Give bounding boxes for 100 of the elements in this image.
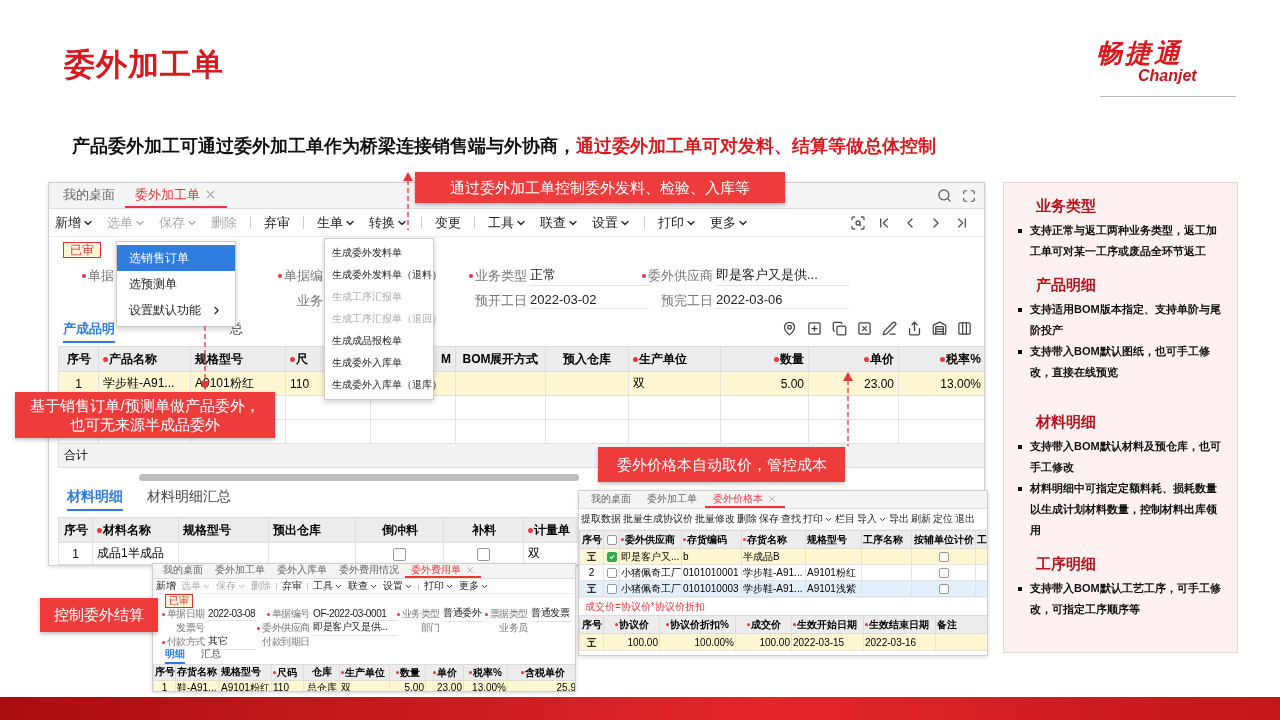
fullscreen-icon[interactable]: [962, 188, 976, 203]
field-label: 预完工日: [661, 291, 713, 310]
detail-tab[interactable]: 材料明细: [67, 488, 123, 511]
field-value[interactable]: 其它: [208, 634, 256, 650]
toolbar-button[interactable]: 打印: [658, 213, 697, 232]
columns-icon[interactable]: [957, 320, 972, 336]
window-tab[interactable]: 我的桌面: [583, 491, 639, 508]
column-header: 存货名称: [741, 530, 806, 549]
toolbar-button[interactable]: 生单: [317, 213, 356, 232]
toolbar-button[interactable]: 查找: [781, 512, 801, 526]
toolbar-button[interactable]: 设置: [592, 213, 631, 232]
detail-tab[interactable]: 材料明细汇总: [147, 488, 231, 511]
field-value[interactable]: 即是客户又是供...: [716, 265, 849, 286]
checkbox[interactable]: [938, 568, 949, 579]
checkbox[interactable]: [606, 535, 617, 546]
row-marker-icon[interactable]: [586, 583, 597, 595]
toolbar-button[interactable]: 工具: [313, 579, 343, 593]
field-value[interactable]: 普通发票: [531, 606, 572, 622]
table-cell: A9101浅紫: [807, 582, 856, 594]
detail-tab[interactable]: 汇总: [201, 647, 221, 664]
field-label: 单据: [82, 266, 114, 285]
toolbar-button[interactable]: 导出: [889, 512, 909, 526]
table-row[interactable]: 1 鞋-A91... A9101粉红 110 总仓库 双 5.00 23.00 13.00% 25.9: [153, 680, 575, 691]
toolbar-button[interactable]: 联查: [540, 213, 579, 232]
column-header: 备注: [935, 615, 987, 634]
field-label: 业务类型: [469, 266, 527, 285]
menu-item[interactable]: 设置默认功能: [117, 297, 235, 323]
status-badge: 已审: [63, 241, 101, 259]
menu-item[interactable]: 生成委外发料单: [325, 242, 433, 264]
field-value[interactable]: 正常: [530, 265, 649, 286]
search-icon[interactable]: [937, 188, 952, 203]
toolbar-button[interactable]: 弃审: [264, 213, 290, 232]
checkbox[interactable]: [477, 547, 490, 561]
window-tab[interactable]: 委外加工单: [125, 183, 227, 208]
section-title: 材料明细: [1034, 413, 1097, 432]
toolbar-button[interactable]: 批量修改: [695, 512, 735, 526]
checkbox[interactable]: [393, 547, 406, 561]
field-value[interactable]: 即是客户又是供...: [313, 620, 396, 636]
table-cell: 0101010003: [683, 583, 739, 594]
field-value[interactable]: 2022-03-08: [208, 607, 256, 621]
toolbar-button[interactable]: 新增: [156, 579, 176, 593]
checkbox[interactable]: [938, 584, 949, 595]
copy-icon[interactable]: [832, 320, 847, 336]
checkbox[interactable]: [606, 568, 617, 579]
toolbar-button[interactable]: 更多: [459, 579, 489, 593]
warehouse-icon[interactable]: [932, 320, 947, 336]
scrollbar[interactable]: [139, 474, 579, 481]
map-pin-icon[interactable]: [782, 320, 797, 336]
window-tab[interactable]: 委外加工单: [209, 564, 271, 578]
toolbar-button[interactable]: 更多: [710, 213, 749, 232]
window-tab[interactable]: 我的桌面: [157, 564, 209, 578]
field-value[interactable]: 2022-03-02: [530, 292, 649, 309]
table-cell: 小猪佩奇工厂: [621, 566, 681, 578]
field-value[interactable]: 普通委外: [443, 606, 484, 622]
leader-line: [403, 172, 413, 231]
field-label: 业务员: [499, 621, 528, 635]
column-header: 序号: [58, 517, 93, 543]
column-header: 倒冲料: [355, 517, 444, 543]
menu-item[interactable]: 选预测单: [117, 271, 235, 297]
detail-tab[interactable]: 产成品明: [63, 320, 115, 343]
toolbar-button[interactable]: 联查: [348, 579, 378, 593]
column-header: 协议价折扣%: [659, 615, 736, 634]
checkbox[interactable]: [938, 552, 949, 563]
square-x-icon[interactable]: [857, 320, 872, 336]
window-tab[interactable]: 委外加工单: [639, 491, 705, 508]
add-row-icon[interactable]: [807, 320, 822, 336]
checkbox[interactable]: [606, 552, 617, 563]
bullet-icon: [1018, 350, 1022, 354]
toolbar-button[interactable]: 退出: [955, 512, 975, 526]
window-tab[interactable]: 我的桌面: [53, 183, 125, 208]
share-icon[interactable]: [907, 320, 922, 336]
toolbar-button[interactable]: 新增: [55, 213, 94, 232]
window-tab[interactable]: 委外费用情况: [333, 564, 405, 578]
toolbar-button[interactable]: 设置: [383, 579, 413, 593]
toolbar-button[interactable]: 弃审: [282, 579, 302, 593]
toolbar-button[interactable]: 批量生成协议价: [623, 512, 693, 526]
field-value[interactable]: 2022-03-06: [716, 292, 849, 309]
toolbar-button[interactable]: 工具: [488, 213, 527, 232]
pen-icon[interactable]: [882, 320, 897, 336]
toolbar-button[interactable]: 打印: [803, 512, 833, 526]
toolbar-button[interactable]: 定位: [933, 512, 953, 526]
callout: 委外价格本自动取价，管控成本: [598, 447, 845, 482]
table-cell: 2: [588, 567, 595, 578]
toolbar-button[interactable]: 导入: [857, 512, 887, 526]
menu-item[interactable]: 选销售订单: [117, 245, 235, 271]
window-tab[interactable]: 委外费用单: [405, 564, 481, 578]
field-value[interactable]: OF-2022-03-0001: [313, 607, 396, 621]
preview-icon[interactable]: [850, 214, 866, 231]
row-marker-icon[interactable]: [586, 551, 597, 563]
row-marker-icon[interactable]: [586, 636, 597, 648]
toolbar-button[interactable]: 转换: [369, 213, 408, 232]
toolbar-button[interactable]: 删除: [737, 512, 757, 526]
toolbar-button[interactable]: 栏目: [835, 512, 855, 526]
window-tab[interactable]: 委外价格本: [705, 491, 785, 508]
toolbar-button[interactable]: 保存: [759, 512, 779, 526]
window-tab[interactable]: 委外入库单: [271, 564, 333, 578]
toolbar-button[interactable]: 变更: [435, 213, 461, 232]
checkbox[interactable]: [606, 584, 617, 595]
toolbar-button[interactable]: 打印: [424, 579, 454, 593]
toolbar-button[interactable]: 刷新: [911, 512, 931, 526]
